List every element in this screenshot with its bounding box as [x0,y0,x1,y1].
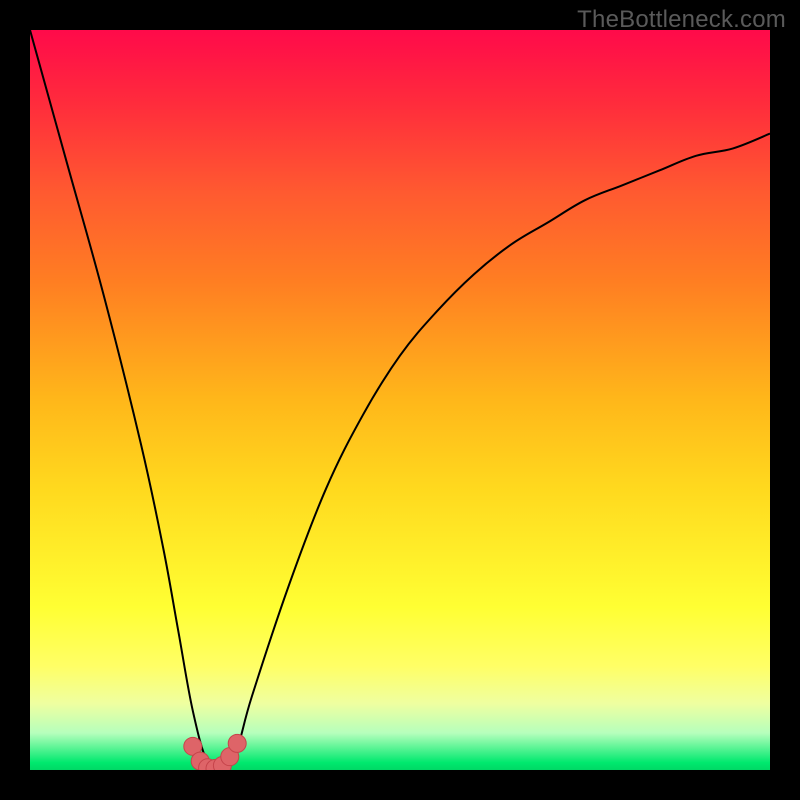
watermark-text: TheBottleneck.com [577,6,786,34]
low-region-markers [184,734,246,770]
marker-point [228,734,246,752]
plot-area [30,30,770,770]
bottleneck-curve [30,30,770,770]
chart-svg [30,30,770,770]
chart-frame: TheBottleneck.com [0,0,800,800]
